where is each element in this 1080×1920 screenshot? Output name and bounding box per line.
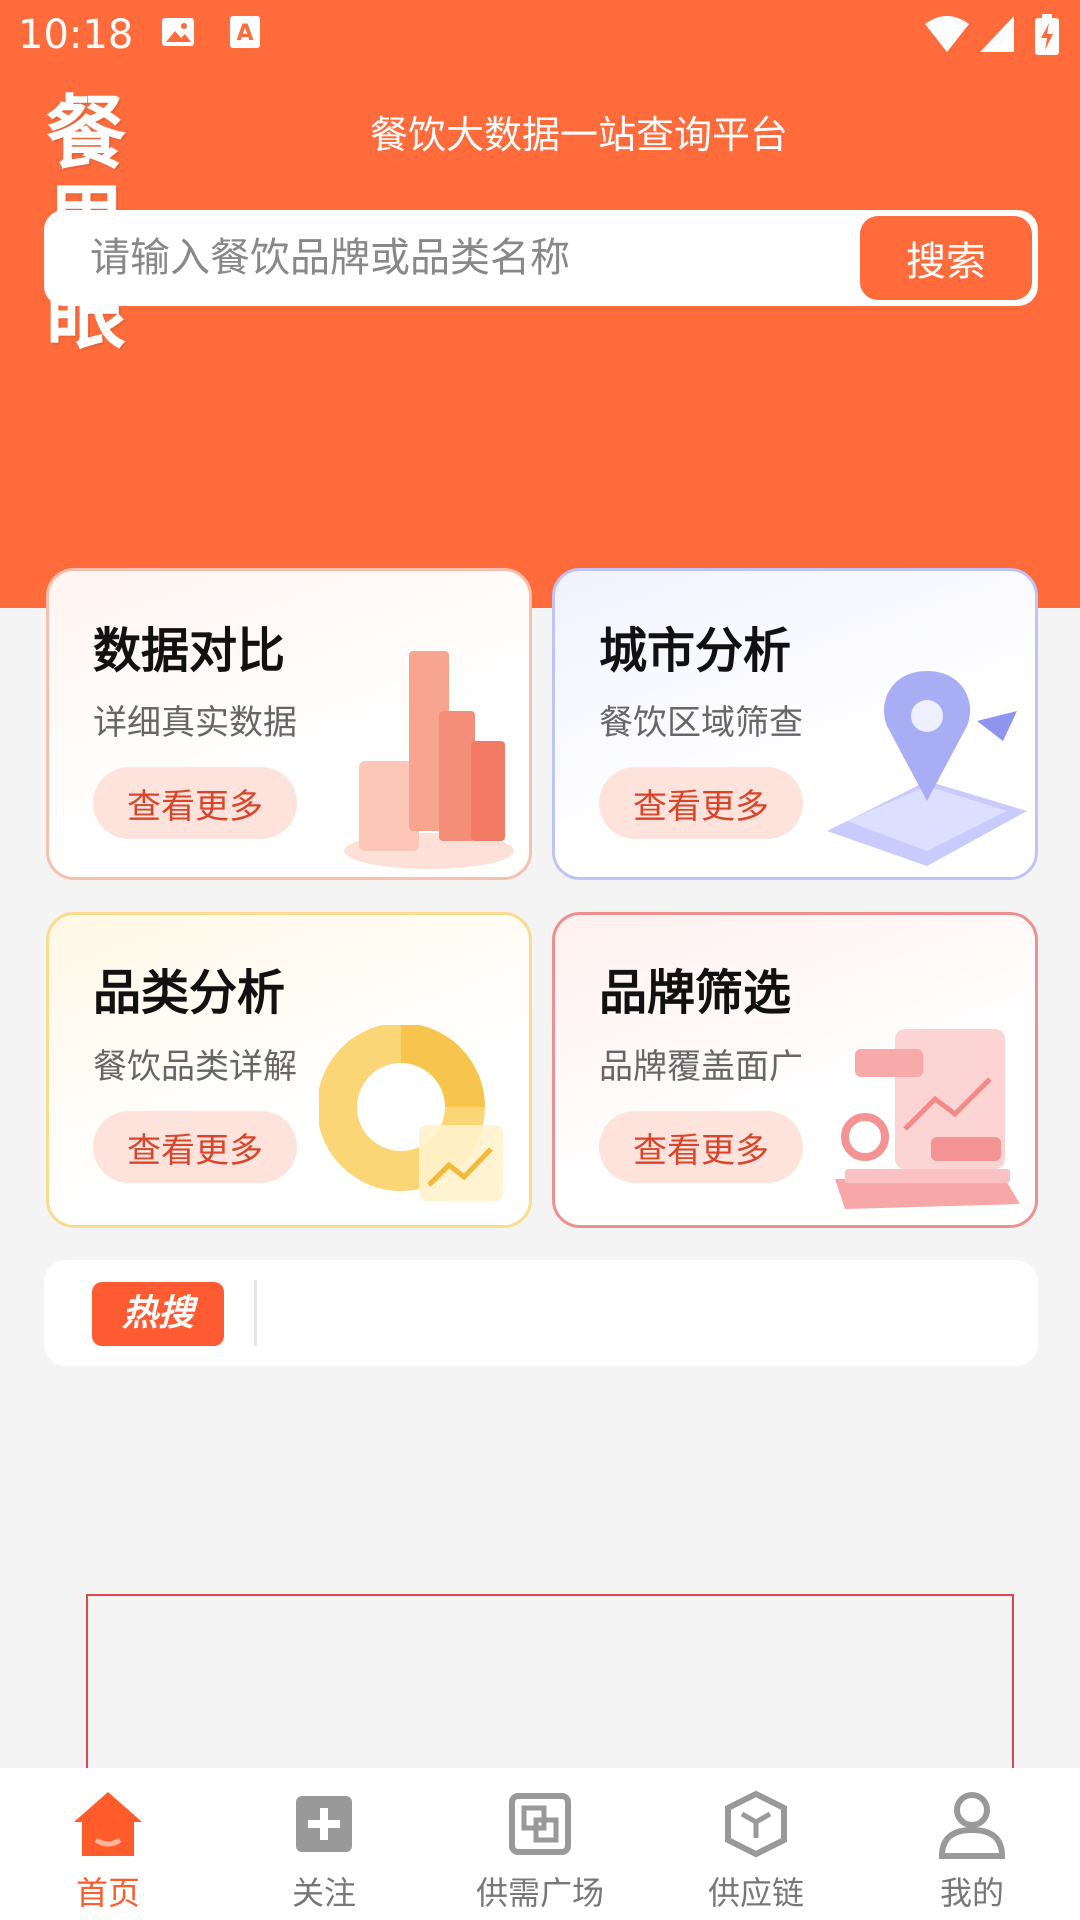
search-bar: 搜索	[44, 210, 1038, 306]
tab-supply-demand[interactable]: 供需广场	[432, 1768, 648, 1920]
card-subtitle: 餐饮品类详解	[93, 1047, 297, 1087]
tab-label: 关注	[291, 1874, 356, 1912]
card-title: 品牌筛选	[599, 965, 792, 1021]
cube-icon	[720, 1788, 792, 1860]
tab-mine[interactable]: 我的	[864, 1768, 1080, 1920]
header: 10:18 A 餐里眼 餐饮大数据一站查询平台 搜索	[0, 0, 1080, 608]
card-title: 品类分析	[93, 965, 286, 1021]
card-title: 城市分析	[599, 623, 792, 679]
tab-label: 供需广场	[475, 1874, 604, 1912]
status-time: 10:18	[18, 12, 134, 58]
status-bar: 10:18 A	[0, 0, 1080, 72]
tab-follow[interactable]: 关注	[216, 1768, 432, 1920]
card-data-compare[interactable]: 数据对比 详细真实数据 查看更多	[46, 568, 532, 880]
svg-text:A: A	[236, 21, 253, 46]
a-icon: A	[228, 14, 262, 54]
view-more-button[interactable]: 查看更多	[599, 767, 803, 839]
tab-label: 供应链	[707, 1874, 804, 1912]
tab-home[interactable]: 首页	[0, 1768, 216, 1920]
card-subtitle: 品牌覆盖面广	[599, 1047, 803, 1087]
signal-icon	[978, 14, 1016, 58]
view-more-button[interactable]: 查看更多	[93, 767, 297, 839]
wifi-icon	[924, 14, 970, 58]
bottom-tab-bar: 首页 关注 供需广场 供应链 我的	[0, 1768, 1080, 1920]
tab-label: 首页	[75, 1874, 140, 1912]
plus-square-icon	[288, 1788, 360, 1860]
card-brand-filter[interactable]: 品牌筛选 品牌覆盖面广 查看更多	[552, 912, 1038, 1228]
home-icon	[72, 1788, 144, 1860]
view-more-button[interactable]: 查看更多	[93, 1111, 297, 1183]
image-icon	[160, 14, 196, 54]
battery-charging-icon	[1034, 14, 1060, 60]
divider	[254, 1280, 257, 1346]
map-pin-icon	[817, 661, 1035, 875]
donut-chart-icon	[317, 1023, 509, 1219]
card-title: 数据对比	[93, 623, 286, 679]
view-more-button[interactable]: 查看更多	[599, 1111, 803, 1183]
tab-supply-chain[interactable]: 供应链	[648, 1768, 864, 1920]
card-category-analysis[interactable]: 品类分析 餐饮品类详解 查看更多	[46, 912, 532, 1228]
search-button[interactable]: 搜索	[860, 216, 1032, 300]
brand-tagline: 餐饮大数据一站查询平台	[370, 113, 789, 157]
hot-search-badge: 热搜	[92, 1282, 224, 1346]
card-subtitle: 餐饮区域筛查	[599, 703, 803, 743]
squares-icon	[504, 1788, 576, 1860]
dashboard-icon	[825, 1019, 1025, 1223]
tab-label: 我的	[939, 1874, 1004, 1912]
card-subtitle: 详细真实数据	[93, 703, 297, 743]
hot-search-bar[interactable]: 热搜	[44, 1260, 1038, 1366]
user-icon	[936, 1788, 1008, 1860]
bar-chart-icon	[339, 641, 519, 875]
search-input[interactable]	[90, 210, 870, 306]
card-city-analysis[interactable]: 城市分析 餐饮区域筛查 查看更多	[552, 568, 1038, 880]
